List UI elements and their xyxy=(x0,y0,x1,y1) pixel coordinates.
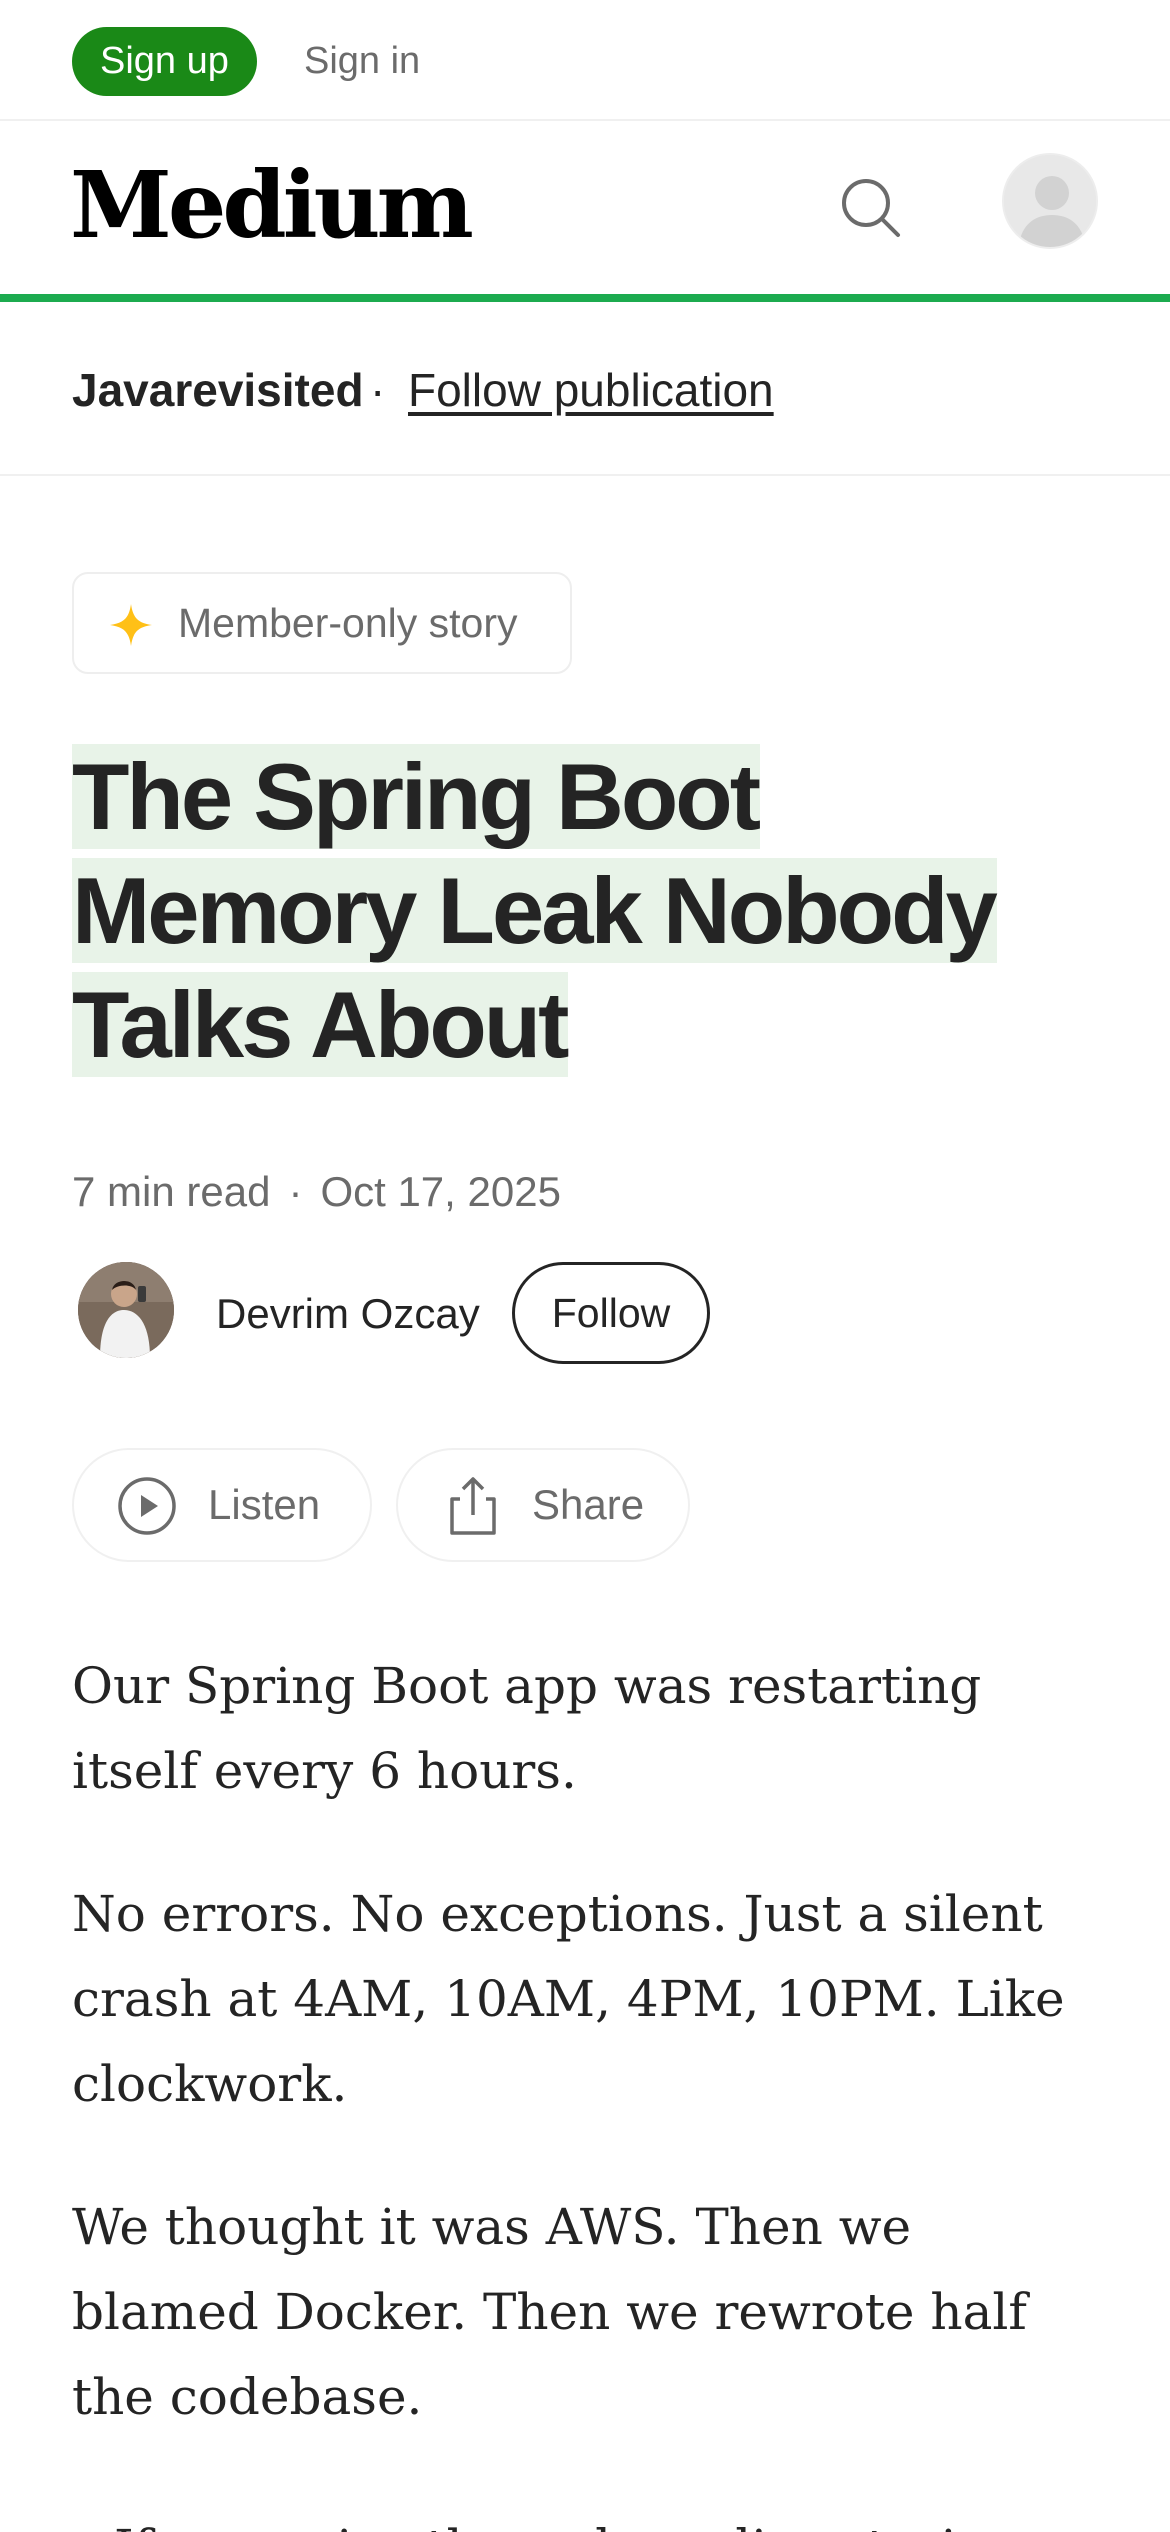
article-meta: 7 min read · Oct 17, 2025 xyxy=(72,1162,561,1222)
site-header: Medium xyxy=(0,123,1170,294)
listen-button[interactable]: Listen xyxy=(72,1448,372,1562)
meta-separator: · xyxy=(288,1168,303,1215)
medium-logo[interactable]: Medium xyxy=(70,155,474,255)
member-only-badge: Member-only story xyxy=(72,572,572,674)
article-paragraph: Our Spring Boot app was restarting itsel… xyxy=(72,1657,982,1800)
reading-progress-bar xyxy=(0,294,1170,302)
publication-bar: Javarevisited · Follow publication xyxy=(0,302,1170,476)
title-line: Memory Leak Nobody xyxy=(72,858,998,963)
title-line: The Spring Boot xyxy=(72,744,761,849)
listen-label: Listen xyxy=(208,1481,321,1528)
share-button[interactable]: Share xyxy=(396,1448,690,1562)
search-icon[interactable] xyxy=(836,173,906,243)
publication-separator: · xyxy=(370,364,386,416)
publish-date: Oct 17, 2025 xyxy=(320,1168,561,1215)
share-icon xyxy=(442,1475,504,1537)
read-time: 7 min read xyxy=(72,1168,271,1215)
publication-name[interactable]: Javarevisited xyxy=(72,360,364,420)
article-title: The Spring Boot Memory Leak Nobody Talks… xyxy=(72,740,1112,1082)
share-label: Share xyxy=(532,1481,645,1528)
star-icon xyxy=(108,602,154,648)
member-only-label: Member-only story xyxy=(178,600,518,646)
article-body: Our Spring Boot app was restarting itsel… xyxy=(72,1644,1134,2532)
article-paragraph: No errors. No exceptions. Just a silent … xyxy=(72,1885,1065,2113)
follow-publication-link[interactable]: Follow publication xyxy=(408,360,774,420)
follow-author-button[interactable]: Follow xyxy=(512,1262,710,1364)
sign-in-link[interactable]: Sign in xyxy=(304,27,420,96)
sign-up-button[interactable]: Sign up xyxy=(72,27,257,96)
auth-bar: Sign up Sign in xyxy=(0,0,1170,121)
author-avatar[interactable] xyxy=(78,1262,174,1358)
author-name[interactable]: Devrim Ozcay xyxy=(216,1286,480,1342)
user-avatar-icon[interactable] xyxy=(1002,153,1098,249)
play-circle-icon xyxy=(116,1475,178,1537)
article-paragraph: We thought it was AWS. Then we blamed Do… xyxy=(72,2198,1027,2426)
title-line: Talks About xyxy=(72,972,569,1077)
article-paragraph-cutoff: If you enjoy these deep-dive stories, yo… xyxy=(114,2506,1134,2532)
